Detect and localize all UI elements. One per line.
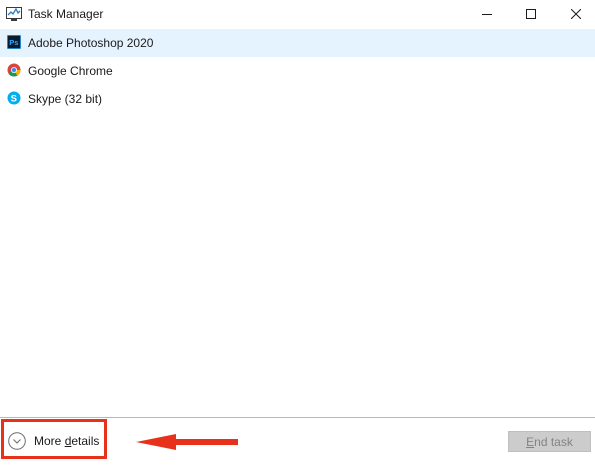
chrome-icon	[7, 63, 21, 77]
minimize-button[interactable]	[464, 0, 510, 28]
photoshop-icon: Ps	[7, 35, 21, 49]
end-task-label: End task	[526, 434, 573, 449]
svg-text:S: S	[11, 94, 17, 105]
close-icon	[571, 9, 581, 19]
window-title: Task Manager	[28, 7, 104, 21]
minimize-icon	[482, 14, 492, 15]
maximize-button[interactable]	[508, 0, 554, 28]
app-name: Skype (32 bit)	[28, 92, 103, 106]
footer-divider	[0, 417, 595, 418]
highlight-box	[1, 419, 107, 459]
title-bar[interactable]: Task Manager	[0, 0, 595, 28]
svg-text:Ps: Ps	[9, 38, 18, 47]
app-name: Adobe Photoshop 2020	[28, 36, 154, 50]
app-row-skype[interactable]: S Skype (32 bit)	[0, 85, 595, 113]
skype-icon: S	[7, 91, 21, 105]
app-name: Google Chrome	[28, 64, 113, 78]
end-task-button[interactable]: End task	[508, 431, 591, 452]
task-manager-icon	[6, 6, 22, 22]
pointer-arrow	[136, 434, 238, 450]
close-button[interactable]	[553, 0, 595, 28]
app-list: Ps Adobe Photoshop 2020 Google Chrome S …	[0, 29, 595, 113]
app-row-photoshop[interactable]: Ps Adobe Photoshop 2020	[0, 29, 595, 57]
app-row-chrome[interactable]: Google Chrome	[0, 57, 595, 85]
maximize-icon	[526, 9, 536, 19]
